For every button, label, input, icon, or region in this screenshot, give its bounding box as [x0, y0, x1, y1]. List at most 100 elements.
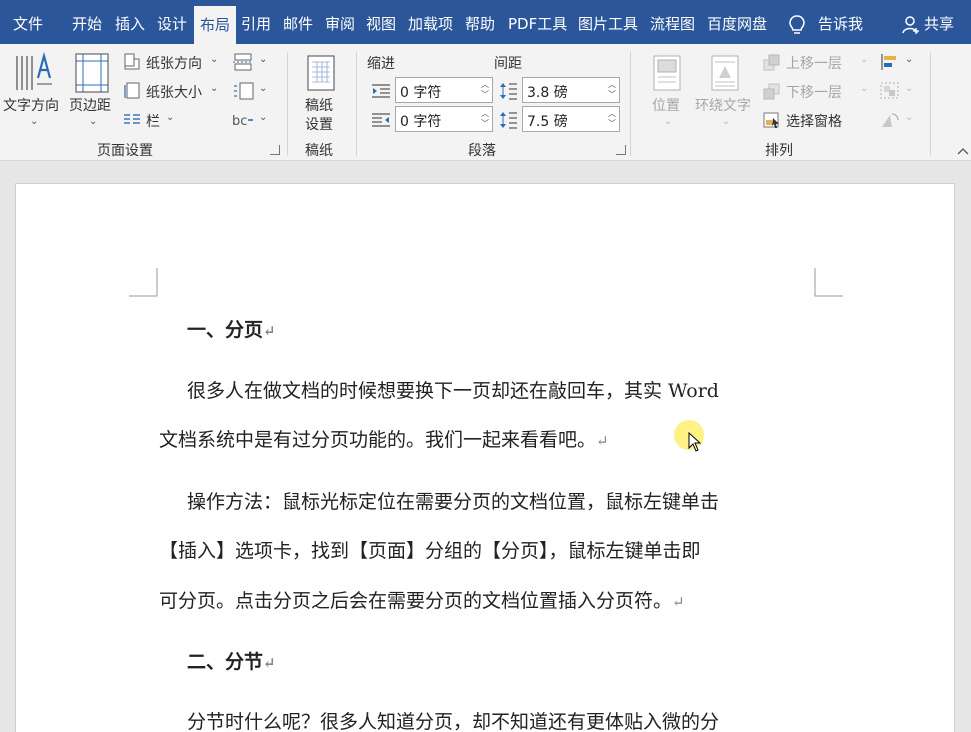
manuscript-paper-icon [307, 55, 335, 91]
line-numbers-icon[interactable] [233, 82, 255, 100]
tab-insert[interactable]: 插入 [115, 0, 145, 44]
spacing-after-icon [500, 112, 517, 129]
tab-addins[interactable]: 加载项 [408, 0, 453, 44]
chevron-down-icon[interactable]: ⌄ [905, 112, 913, 123]
chevron-down-icon[interactable]: ⌄ [860, 83, 868, 94]
heading-section-break[interactable]: 二、分节↵ [187, 647, 276, 674]
position-button[interactable]: 位置 [652, 95, 680, 115]
orientation-button[interactable]: 纸张方向 [146, 53, 202, 73]
columns-button[interactable]: 栏 [146, 111, 160, 131]
paper-size-icon [124, 82, 140, 99]
paragraph-line[interactable]: 操作方法：鼠标光标定位在需要分页的文档位置，鼠标左键单击 [187, 487, 719, 514]
document-page[interactable]: 一、分页↵ 很多人在做文档的时候想要换下一页却还在敲回车，其实 Word 文档系… [15, 183, 955, 732]
indent-left-value[interactable]: 0 字符 [400, 82, 441, 102]
wrap-text-button[interactable]: 环绕文字 [695, 95, 751, 115]
indent-right-stepper[interactable]: 0 字符 ︿ ﹀ [395, 106, 493, 132]
chevron-down-icon[interactable]: ⌄ [259, 112, 267, 123]
indent-right-value[interactable]: 0 字符 [400, 111, 441, 131]
tab-view[interactable]: 视图 [366, 0, 396, 44]
tell-me-search[interactable]: 告诉我 [818, 0, 863, 44]
chevron-down-icon[interactable]: ⌄ [664, 116, 672, 127]
group-divider [356, 52, 357, 156]
chevron-down-icon[interactable]: ⌄ [166, 112, 174, 123]
page-setup-dialog-launcher[interactable] [270, 145, 280, 155]
tab-picture-tools[interactable]: 图片工具 [578, 0, 638, 44]
chevron-down-icon[interactable]: ⌄ [722, 116, 730, 127]
chevron-down-icon[interactable]: ⌄ [259, 54, 267, 65]
chevron-down-icon[interactable]: ⌄ [210, 54, 218, 65]
chevron-down-icon[interactable]: ⌄ [905, 54, 913, 65]
spin-down-icon[interactable]: ﹀ [481, 120, 489, 128]
paragraph-line[interactable]: 分节时什么呢？很多人知道分页，却不知道还有更体贴入微的分 [187, 707, 719, 732]
heading-text: 一、分页 [187, 319, 264, 341]
tab-mailings[interactable]: 邮件 [283, 0, 313, 44]
chevron-down-icon[interactable]: ⌄ [860, 54, 868, 65]
bring-forward-button[interactable]: 上移一层 [786, 53, 842, 73]
spacing-after-stepper[interactable]: 7.5 磅 ︿ ﹀ [522, 106, 620, 132]
chevron-down-icon[interactable]: ⌄ [259, 83, 267, 94]
spin-down-icon[interactable]: ﹀ [481, 91, 489, 99]
wrap-text-icon [711, 55, 739, 91]
paragraph-line[interactable]: 很多人在做文档的时候想要换下一页却还在敲回车，其实 Word [187, 376, 719, 403]
tab-layout[interactable]: 布局 [194, 6, 237, 44]
tab-file[interactable]: 文件 [13, 0, 43, 44]
indent-left-stepper[interactable]: 0 字符 ︿ ﹀ [395, 77, 493, 103]
tab-references[interactable]: 引用 [241, 0, 271, 44]
chevron-down-icon[interactable]: ⌄ [89, 116, 97, 127]
manuscript-settings-button-line2[interactable]: 设置 [305, 114, 333, 134]
spacing-before-value[interactable]: 3.8 磅 [527, 82, 568, 102]
paragraph-dialog-launcher[interactable] [616, 145, 626, 155]
columns-icon [124, 114, 140, 124]
spin-up-icon[interactable]: ︿ [481, 110, 489, 118]
hyphenation-icon[interactable]: bc [232, 110, 256, 130]
tab-pdf-tools[interactable]: PDF工具 [508, 0, 567, 44]
paragraph-line[interactable]: 【插入】选项卡，找到【页面】分组的【分页】，鼠标左键单击即 [159, 536, 701, 563]
breaks-icon[interactable] [233, 53, 255, 71]
heading-page-break[interactable]: 一、分页↵ [187, 315, 276, 342]
chevron-down-icon[interactable]: ⌄ [905, 83, 913, 94]
paragraph-mark: ↵ [263, 654, 276, 672]
text-direction-button[interactable]: 文字方向 [3, 95, 59, 115]
mouse-pointer-icon [688, 432, 702, 452]
rotate-icon[interactable] [880, 111, 900, 129]
spin-up-icon[interactable]: ︿ [481, 81, 489, 89]
paragraph-line[interactable]: 可分页。点击分页之后会在需要分页的文档位置插入分页符。↵ [159, 586, 685, 613]
margins-button[interactable]: 页边距 [69, 95, 111, 115]
spin-down-icon[interactable]: ﹀ [608, 120, 616, 128]
manuscript-settings-button[interactable]: 稿纸 [305, 95, 333, 115]
tab-baidu-netdisk[interactable]: 百度网盘 [707, 0, 767, 44]
lightbulb-icon[interactable] [788, 14, 806, 36]
indent-left-icon [372, 84, 390, 98]
spacing-label: 间距 [494, 56, 522, 72]
paragraph-line[interactable]: 文档系统中是有过分页功能的。我们一起来看看吧。↵ [159, 425, 609, 452]
share-person-icon[interactable] [902, 14, 920, 36]
spacing-before-stepper[interactable]: 3.8 磅 ︿ ﹀ [522, 77, 620, 103]
margin-corner-mark [129, 268, 158, 297]
collapse-ribbon-icon[interactable] [957, 146, 969, 156]
selection-pane-button[interactable]: 选择窗格 [786, 111, 842, 131]
paper-size-button[interactable]: 纸张大小 [146, 82, 202, 102]
send-backward-icon [763, 83, 780, 100]
orientation-icon [124, 53, 140, 70]
spin-down-icon[interactable]: ﹀ [608, 91, 616, 99]
tab-help[interactable]: 帮助 [465, 0, 495, 44]
spin-up-icon[interactable]: ︿ [608, 110, 616, 118]
group-label-manuscript: 稿纸 [305, 143, 333, 159]
margin-corner-mark [814, 268, 843, 297]
spin-up-icon[interactable]: ︿ [608, 81, 616, 89]
paragraph-mark: ↵ [263, 322, 276, 340]
tab-review[interactable]: 审阅 [325, 0, 355, 44]
group-label-page-setup: 页面设置 [97, 143, 153, 159]
chevron-down-icon[interactable]: ⌄ [210, 83, 218, 94]
group-label-paragraph: 段落 [468, 143, 496, 159]
tab-flowchart[interactable]: 流程图 [650, 0, 695, 44]
tab-home[interactable]: 开始 [72, 0, 102, 44]
align-icon[interactable] [880, 53, 900, 71]
send-backward-button[interactable]: 下移一层 [786, 82, 842, 102]
group-objects-icon[interactable] [880, 82, 900, 100]
tab-design[interactable]: 设计 [157, 0, 187, 44]
share-button[interactable]: 共享 [924, 0, 954, 44]
spacing-after-value[interactable]: 7.5 磅 [527, 111, 568, 131]
group-label-arrange: 排列 [765, 143, 793, 159]
chevron-down-icon[interactable]: ⌄ [30, 116, 38, 127]
